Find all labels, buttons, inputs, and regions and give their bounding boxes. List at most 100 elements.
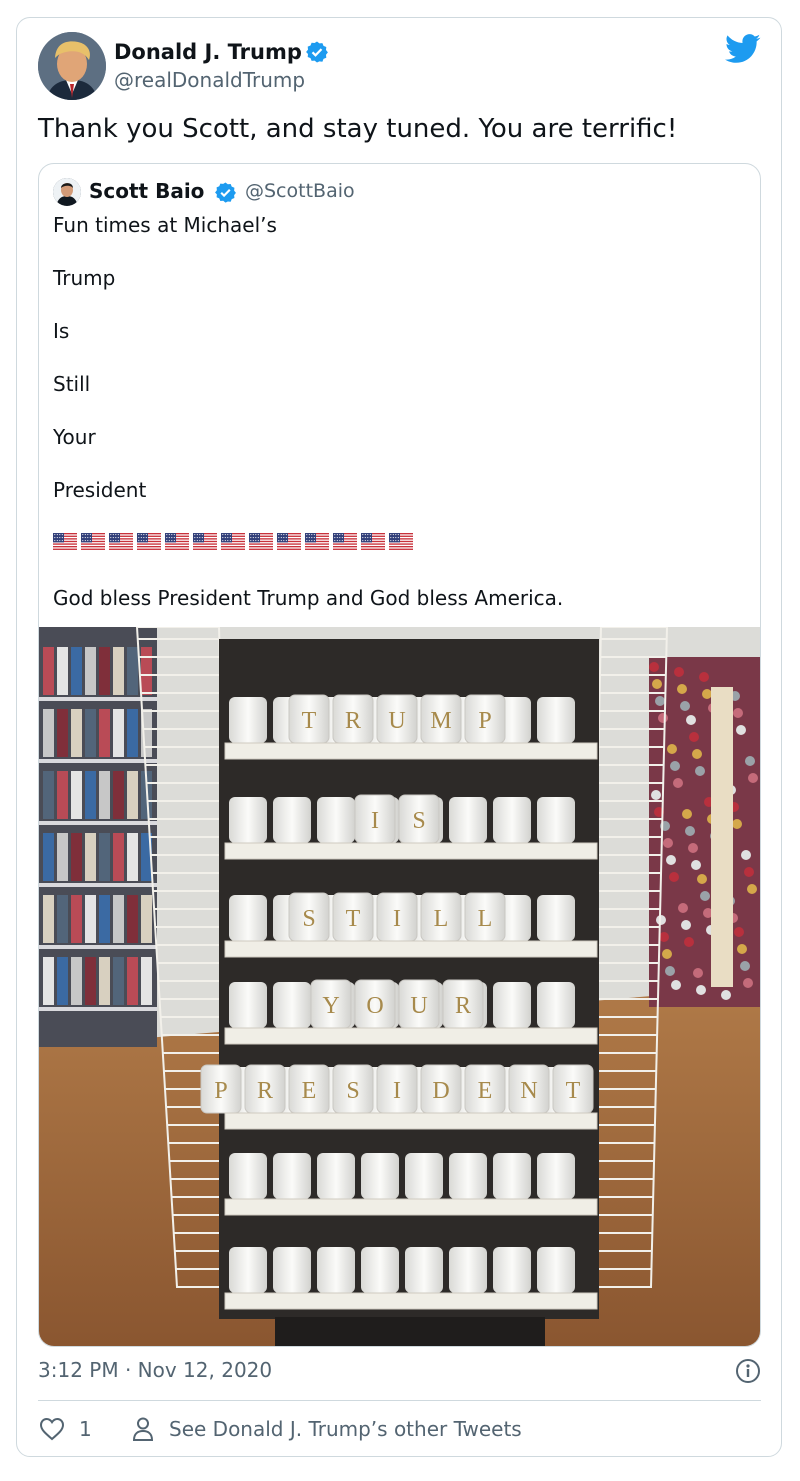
candle-letter: U bbox=[388, 708, 405, 734]
plain-candle bbox=[537, 895, 575, 941]
info-icon[interactable] bbox=[735, 1358, 761, 1384]
us-flag-emoji bbox=[165, 533, 189, 551]
plain-candle bbox=[229, 697, 267, 743]
candle-letter: R bbox=[455, 993, 471, 1019]
us-flag-emoji bbox=[109, 533, 133, 551]
author-name[interactable]: Donald J. Trump bbox=[114, 40, 302, 64]
us-flag-emoji bbox=[361, 533, 385, 551]
plain-candle bbox=[317, 1153, 355, 1199]
plain-candle bbox=[449, 797, 487, 843]
quoted-author-name[interactable]: Scott Baio bbox=[89, 179, 204, 203]
candle-display-photo[interactable]: T R U M PI SS T I L LY O U RP R E S I D E N T bbox=[39, 627, 760, 1347]
candle-letter: N bbox=[520, 1078, 537, 1104]
plain-candle bbox=[317, 1247, 355, 1293]
plain-candle bbox=[229, 797, 267, 843]
candle-letter: S bbox=[302, 906, 315, 932]
plain-candle bbox=[229, 1153, 267, 1199]
candle-letter: D bbox=[432, 1078, 449, 1104]
plain-candle bbox=[229, 895, 267, 941]
us-flag-emoji bbox=[81, 533, 105, 551]
shelf bbox=[224, 742, 598, 760]
plain-candle bbox=[273, 1247, 311, 1293]
tweet-card: Donald J. Trump @realDonaldTrump Thank y… bbox=[16, 17, 782, 1457]
heart-icon[interactable] bbox=[39, 1417, 65, 1441]
plain-candle bbox=[273, 1153, 311, 1199]
plain-candle bbox=[273, 797, 311, 843]
candle-letter: S bbox=[346, 1078, 359, 1104]
candle-letter: I bbox=[371, 808, 379, 834]
divider bbox=[38, 1400, 761, 1401]
tweet-timestamp[interactable]: 3:12 PM · Nov 12, 2020 bbox=[38, 1358, 272, 1382]
plain-candle bbox=[317, 797, 355, 843]
twitter-bird-icon[interactable] bbox=[725, 34, 761, 64]
candle-letter: O bbox=[366, 993, 383, 1019]
us-flag-emoji-row bbox=[53, 533, 413, 555]
shelf bbox=[224, 1112, 598, 1130]
quoted-text-closing: God bless President Trump and God bless … bbox=[53, 586, 564, 610]
candle-letter: T bbox=[566, 1078, 581, 1104]
candle-letter: E bbox=[478, 1078, 493, 1104]
us-flag-emoji bbox=[137, 533, 161, 551]
candle-letter: I bbox=[393, 906, 401, 932]
quoted-text-line: Trump bbox=[53, 266, 116, 290]
plain-candle bbox=[405, 1153, 443, 1199]
us-flag-emoji bbox=[305, 533, 329, 551]
shelf bbox=[224, 940, 598, 958]
quoted-tweet[interactable]: Scott Baio @ScottBaio Fun times at Micha… bbox=[38, 163, 761, 1347]
us-flag-emoji bbox=[193, 533, 217, 551]
plain-candle bbox=[229, 1247, 267, 1293]
quoted-text-line: Your bbox=[53, 425, 96, 449]
us-flag-emoji bbox=[221, 533, 245, 551]
candle-letter: L bbox=[434, 906, 449, 932]
plain-candle bbox=[273, 982, 311, 1028]
us-flag-emoji bbox=[249, 533, 273, 551]
us-flag-emoji bbox=[333, 533, 357, 551]
quoted-text-line: Still bbox=[53, 372, 91, 396]
us-flag-emoji bbox=[277, 533, 301, 551]
quoted-text-line: Fun times at Michael’s bbox=[53, 213, 277, 237]
plain-candle bbox=[405, 1247, 443, 1293]
shelf bbox=[224, 842, 598, 860]
candle-letter: T bbox=[302, 708, 317, 734]
plain-candle bbox=[361, 1153, 399, 1199]
candle-letter: P bbox=[214, 1078, 227, 1104]
shelf bbox=[224, 1027, 598, 1045]
quoted-author-handle[interactable]: @ScottBaio bbox=[245, 180, 355, 202]
verified-badge-icon bbox=[306, 41, 328, 63]
see-other-tweets-link[interactable]: See Donald J. Trump’s other Tweets bbox=[169, 1417, 522, 1441]
plain-candle bbox=[537, 1153, 575, 1199]
plain-candle bbox=[537, 982, 575, 1028]
candle-letter: P bbox=[478, 708, 491, 734]
quoted-text-line: Is bbox=[53, 319, 70, 343]
plain-candle bbox=[537, 697, 575, 743]
candle-letter: M bbox=[430, 708, 451, 734]
plain-candle bbox=[537, 1247, 575, 1293]
candle-letter: R bbox=[345, 708, 361, 734]
tweet-text: Thank you Scott, and stay tuned. You are… bbox=[38, 114, 678, 144]
quoted-text-line: President bbox=[53, 478, 147, 502]
plain-candle bbox=[361, 1247, 399, 1293]
author-avatar[interactable] bbox=[38, 32, 106, 100]
shelf bbox=[224, 1292, 598, 1310]
candle-letter: L bbox=[478, 906, 493, 932]
plain-candle bbox=[449, 1247, 487, 1293]
us-flag-emoji bbox=[389, 533, 413, 551]
plain-candle bbox=[537, 797, 575, 843]
quoted-author-avatar[interactable] bbox=[53, 178, 81, 206]
candle-letter: S bbox=[412, 808, 425, 834]
plain-candle bbox=[493, 982, 531, 1028]
candle-letter: T bbox=[346, 906, 361, 932]
author-handle[interactable]: @realDonaldTrump bbox=[114, 68, 305, 92]
plain-candle bbox=[493, 1153, 531, 1199]
candle-letter: E bbox=[302, 1078, 317, 1104]
us-flag-emoji bbox=[53, 533, 77, 551]
candle-letter: U bbox=[410, 993, 427, 1019]
candle-letter: R bbox=[257, 1078, 273, 1104]
like-count[interactable]: 1 bbox=[79, 1417, 92, 1441]
candle-letter: Y bbox=[322, 993, 339, 1019]
plain-candle bbox=[229, 982, 267, 1028]
shelf bbox=[224, 1198, 598, 1216]
person-icon bbox=[132, 1417, 154, 1441]
plain-candle bbox=[493, 1247, 531, 1293]
verified-badge-icon bbox=[215, 182, 236, 203]
